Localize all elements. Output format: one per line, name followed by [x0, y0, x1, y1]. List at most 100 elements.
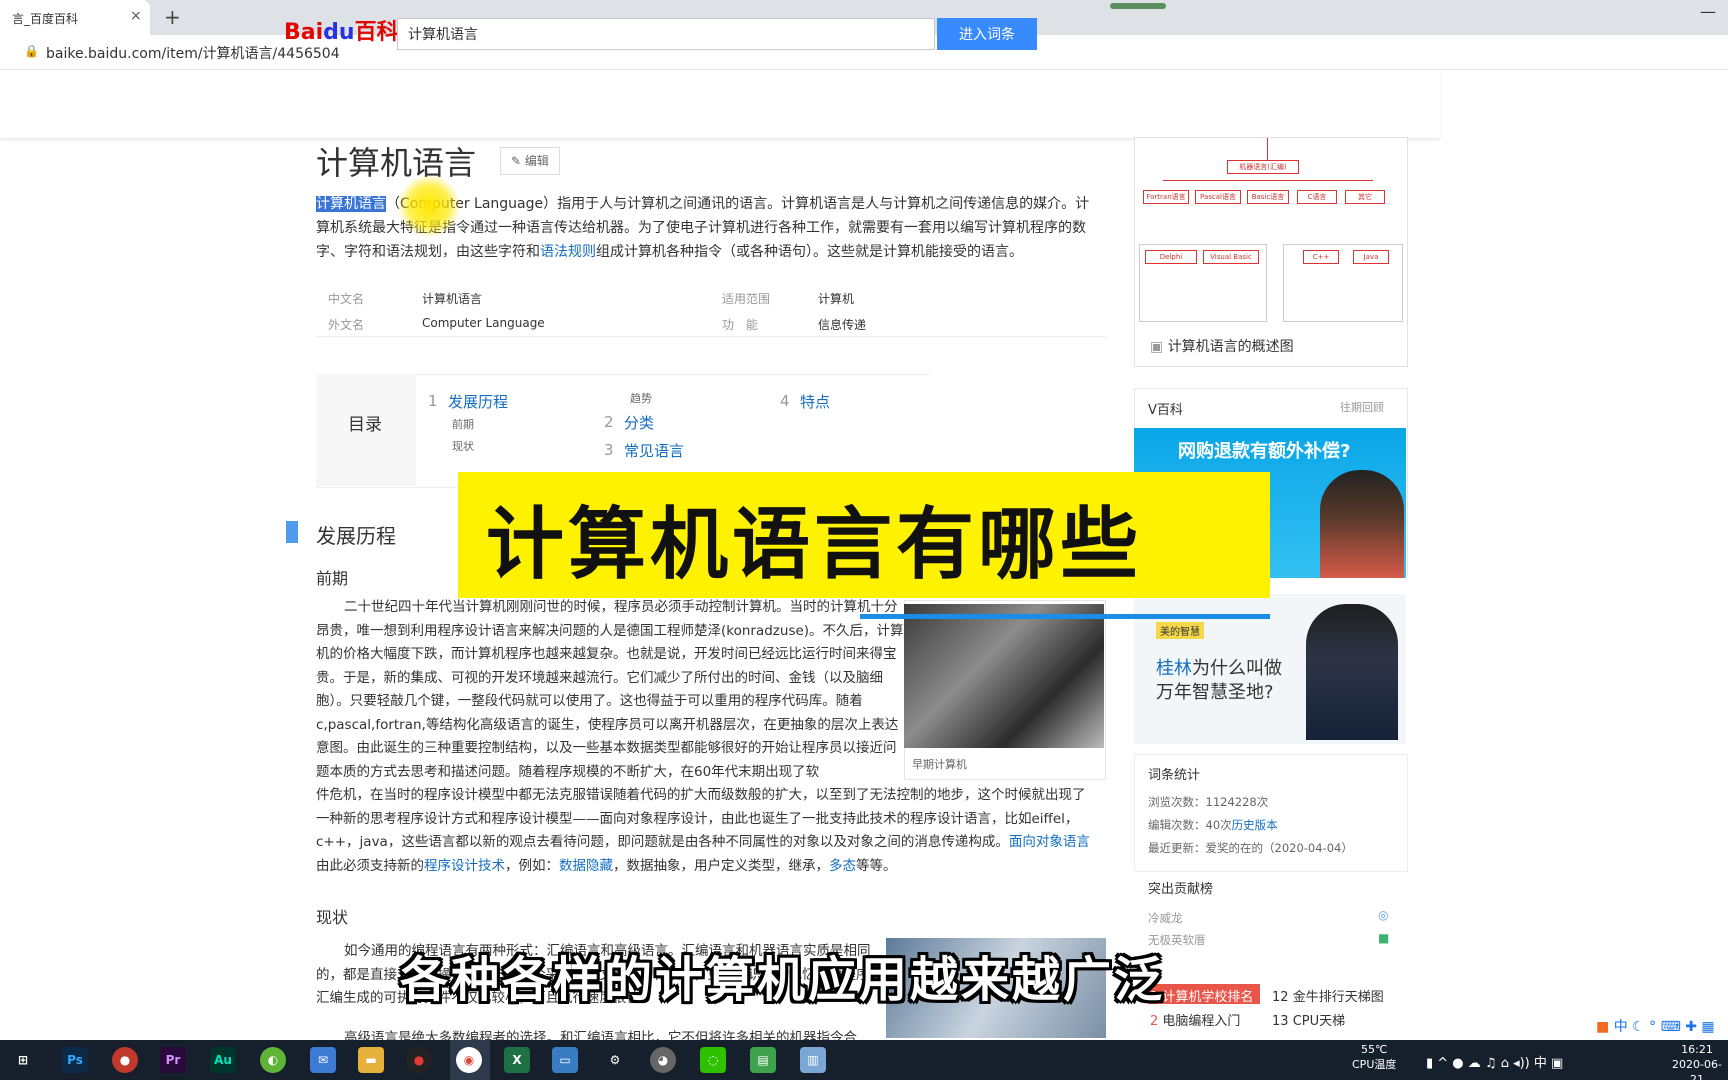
diagram-caption-text: 计算机语言的概述图 [1167, 339, 1294, 355]
diagram-node: Fortran语言 [1143, 190, 1189, 204]
basic-info-table: 中文名 计算机语言 适用范围 计算机 外文名 Computer Language… [316, 286, 1106, 338]
rank-label: 电脑编程入门 [1162, 1014, 1241, 1029]
stat-value: 爱奖的在的（2020-04-04） [1205, 841, 1353, 855]
subsection-title-current: 现状 [316, 908, 349, 927]
toc-number: 1 [428, 392, 438, 410]
stat-value: 1124228次 [1205, 795, 1269, 809]
ime-toolbar[interactable]: ■ 中 ☾ ° ⌨ ✚ ▦ [1596, 1016, 1715, 1036]
toc-item-features[interactable]: 特点 [800, 391, 830, 412]
diagram-node: 机器语言(汇编) [1227, 160, 1299, 174]
site-header [0, 70, 1440, 139]
chrome-icon[interactable]: ◉ [456, 1047, 482, 1073]
app2-icon[interactable]: ◐ [260, 1047, 286, 1073]
paragraph-early-cont: 件危机，在当时的程序设计模型中都无法克服错误随着代码的扩大而级数般的扩大，以至到… [316, 784, 1098, 878]
audition-icon[interactable]: Au [210, 1047, 236, 1073]
ad-highlight: 桂林 [1156, 658, 1192, 679]
diagram-node: Visual Basic [1203, 250, 1259, 264]
rank-label: 计算机学校排名 [1162, 990, 1254, 1005]
url-text[interactable]: baike.baidu.com/item/计算机语言/4456504 [46, 43, 340, 63]
subsection-title-early: 前期 [316, 569, 349, 588]
stat-label: 浏览次数： [1148, 795, 1206, 809]
contributor-name[interactable]: 冷威龙 [1148, 910, 1183, 926]
diagram-node: C语言 [1297, 190, 1337, 204]
baidu-baike-logo[interactable]: Baidu百科 [284, 14, 399, 46]
task-view-icon[interactable]: ⊞ [10, 1047, 36, 1073]
app-icon[interactable]: ● [112, 1047, 138, 1073]
app3-icon[interactable]: ◕ [650, 1047, 676, 1073]
stat-value: 40次 [1205, 818, 1232, 832]
toc-title: 目录 [348, 415, 382, 435]
link-data-hiding[interactable]: 数据隐藏 [559, 858, 613, 874]
banner-text: 计算机语言有哪些 [486, 500, 1143, 590]
info-value: 计算机 [818, 292, 855, 306]
overview-diagram-card[interactable]: 机器语言(汇编) Fortran语言 Pascal语言 Basic语言 C语言 … [1134, 137, 1408, 367]
browser-tab[interactable]: 言_百度百科 × [0, 0, 150, 35]
search-input[interactable] [397, 18, 935, 50]
section-title: 发展历程 [316, 524, 396, 548]
photo-caption: 早期计算机 [912, 758, 967, 771]
toc-sub-early[interactable]: 前期 [452, 416, 474, 432]
rank-item[interactable]: 1 计算机学校排名 [1150, 986, 1253, 1005]
toc-number: 4 [780, 392, 790, 410]
enter-entry-button[interactable]: 进入词条 [937, 18, 1037, 50]
wechat-icon[interactable]: ◌ [700, 1047, 726, 1073]
edit-button[interactable]: ✎ 编辑 [500, 147, 560, 175]
section-marker [286, 521, 298, 543]
toc-sub-current[interactable]: 现状 [452, 438, 474, 454]
paragraph-early: 二十世纪四十年代当计算机刚刚问世的时候，程序员必须手动控制计算机。当时的计算机十… [316, 599, 904, 780]
toc-item-development[interactable]: 发展历程 [448, 391, 508, 412]
ad-person-image [1306, 604, 1398, 740]
intro-highlight: 计算机语言 [316, 196, 386, 212]
info-label: 外文名 [328, 318, 365, 332]
vbaike-more-link[interactable]: 往期回顾 [1340, 399, 1384, 415]
toc-number: 3 [604, 441, 614, 459]
toc-item-common-languages[interactable]: 常见语言 [624, 440, 684, 461]
toc-sub-trend[interactable]: 趋势 [630, 390, 652, 406]
para-text: 件危机，在当时的程序设计模型中都无法克服错误随着代码的扩大而级数般的扩大，以至到… [316, 787, 1086, 850]
para-text: ，数据抽象，用户定义类型，继承， [613, 857, 829, 874]
cursor-highlight [398, 175, 460, 237]
link-oop-language[interactable]: 面向对象语言 [1009, 834, 1090, 850]
badge-icon: ◎ [1378, 908, 1389, 922]
early-computer-photo[interactable] [904, 604, 1104, 748]
info-label: 功 能 [722, 318, 759, 332]
minimize-icon[interactable]: — [1700, 2, 1716, 21]
new-tab-icon[interactable]: + [164, 5, 181, 29]
history-link[interactable]: 历史版本 [1232, 818, 1278, 832]
excel-icon[interactable]: X [504, 1047, 530, 1073]
cpu-temp-widget[interactable]: 55℃ CPU温度 [1352, 1042, 1396, 1072]
rank-item[interactable]: 12 金牛排行天梯图 [1272, 986, 1384, 1005]
logo-baike: 百科 [354, 20, 399, 45]
vbaike-person-image [1320, 470, 1404, 578]
rank-item[interactable]: 13 CPU天梯 [1272, 1010, 1345, 1029]
vbaike-banner-text: 网购退款有额外补偿? [1178, 441, 1351, 462]
cpu-temp-value: 55℃ [1361, 1043, 1388, 1056]
toc-item-classification[interactable]: 分类 [624, 412, 654, 433]
diagram-caption[interactable]: ▣ 计算机语言的概述图 [1150, 336, 1294, 356]
system-tray[interactable]: ▮ ^ ● ☁ ♫ ⌂ ◂)) 中 ▣ [1426, 1052, 1563, 1071]
intro-link[interactable]: 语法规则 [540, 244, 596, 260]
folder-icon[interactable]: ▬ [358, 1047, 384, 1073]
app4-icon[interactable]: ▤ [750, 1047, 776, 1073]
rank-item[interactable]: 2 电脑编程入门 [1150, 1010, 1240, 1029]
stat-updated: 最近更新：爱奖的在的（2020-04-04） [1148, 840, 1353, 856]
window-drag-handle[interactable] [1110, 3, 1166, 9]
record-icon[interactable]: ● [406, 1047, 432, 1073]
diagram-node: Basic语言 [1247, 190, 1289, 204]
premiere-icon[interactable]: Pr [160, 1047, 186, 1073]
link-polymorphism[interactable]: 多态 [829, 858, 856, 874]
settings-icon[interactable]: ⚙ [602, 1047, 628, 1073]
tray-ime[interactable]: 中 [1534, 1056, 1547, 1071]
rank-label: CPU天梯 [1292, 1014, 1346, 1029]
clock-date: 2020-06-21 [1672, 1058, 1722, 1086]
rank-num: 2 [1150, 1014, 1159, 1029]
mail-icon[interactable]: ✉ [310, 1047, 336, 1073]
close-tab-icon[interactable]: × [130, 8, 142, 24]
link-programming-tech[interactable]: 程序设计技术 [424, 858, 505, 874]
clock[interactable]: 16:21 2020-06-21 [1666, 1042, 1728, 1087]
photoshop-icon[interactable]: Ps [62, 1047, 88, 1073]
image-icon: ▣ [1150, 339, 1168, 355]
app5-icon[interactable]: ▥ [800, 1047, 826, 1073]
diagram-node: Java [1353, 250, 1389, 264]
monitor-icon[interactable]: ▭ [552, 1047, 578, 1073]
